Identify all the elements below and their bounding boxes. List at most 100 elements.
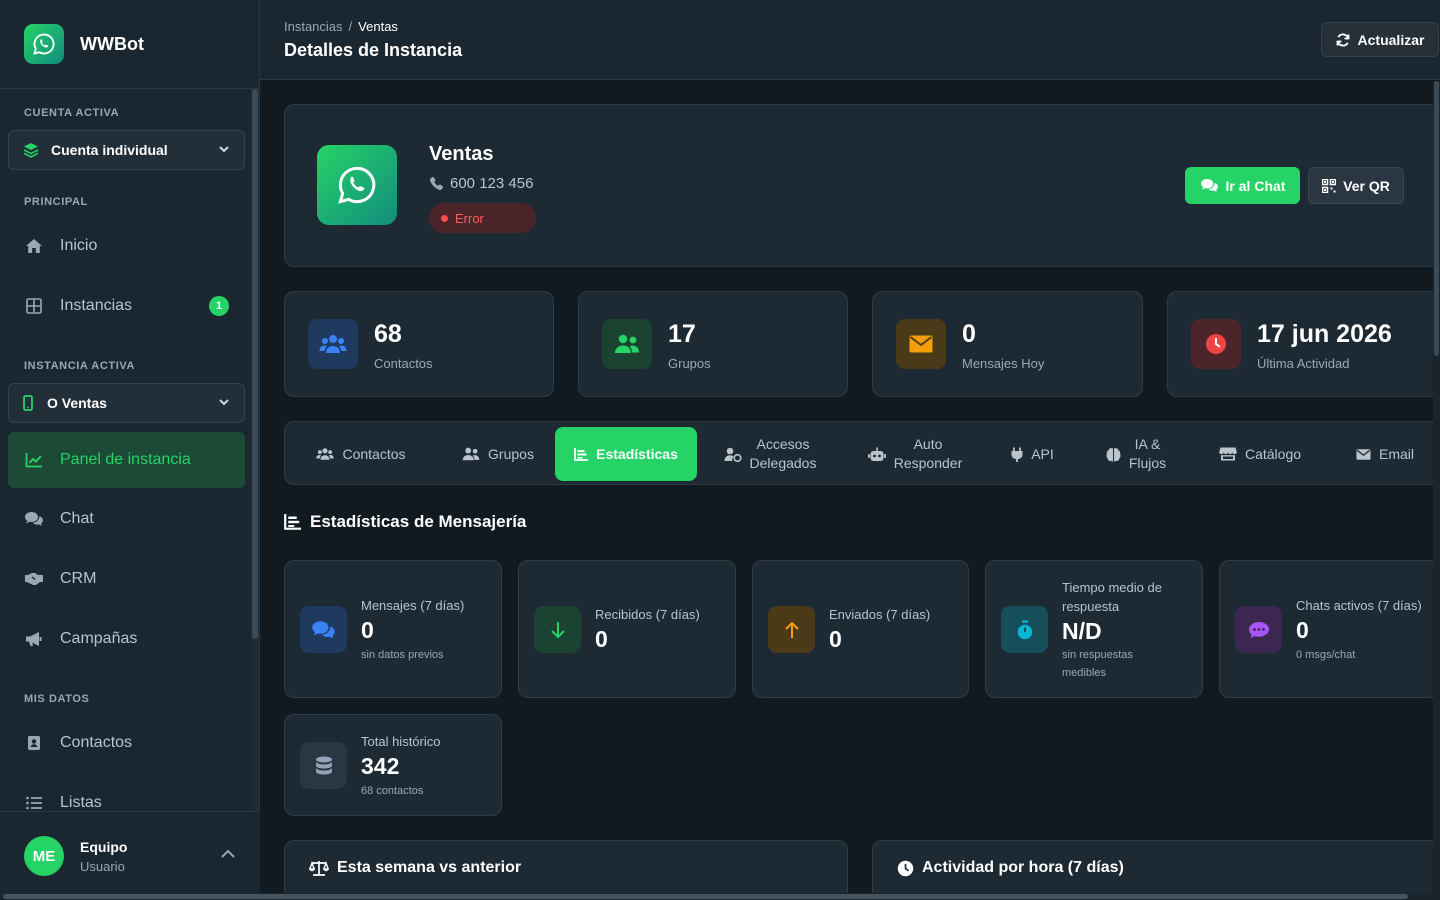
msg-card-value: N/D xyxy=(1062,618,1102,644)
status-badge: Error xyxy=(429,203,536,233)
chevron-up-icon[interactable] xyxy=(220,847,236,865)
sidebar-item-label: Campañas xyxy=(60,630,138,647)
tab-label-wrap: IA & Flujos xyxy=(1129,435,1166,473)
tab-label-line2: Flujos xyxy=(1128,455,1167,471)
instance-name: Ventas xyxy=(429,143,494,165)
stat-card-last-activity: 17 jun 2026 Última Actividad xyxy=(1167,291,1433,397)
tab-api[interactable]: API xyxy=(1000,427,1065,481)
my-data-label: MIS DATOS xyxy=(24,693,90,705)
instance-select[interactable]: O Ventas xyxy=(8,383,245,423)
hourly-activity-title: Actividad por hora (7 días) xyxy=(897,859,1124,877)
sidebar-item-chat[interactable]: Chat xyxy=(8,491,245,547)
sidebar-item-instancias[interactable]: Instancias 1 xyxy=(8,278,245,334)
page-title: Detalles de Instancia xyxy=(284,40,463,60)
home-icon xyxy=(24,236,44,256)
account-select[interactable]: Cuenta individual xyxy=(8,130,245,170)
main-scrollbar-thumb[interactable] xyxy=(1434,81,1439,356)
tab-email[interactable]: Email xyxy=(1340,427,1430,481)
msg-card-value: 0 xyxy=(595,626,608,652)
account-select-value: Cuenta individual xyxy=(51,142,168,158)
comments-icon xyxy=(1200,178,1218,192)
users-icon xyxy=(308,319,358,369)
horizontal-scrollbar-thumb[interactable] xyxy=(3,894,1408,899)
week-comparison-title: Esta semana vs anterior xyxy=(309,859,521,877)
stat-value: 0 xyxy=(962,320,976,348)
active-account-label: CUENTA ACTIVA xyxy=(24,107,120,119)
user-share-icon xyxy=(724,447,742,462)
stat-card-messages-today: 0 Mensajes Hoy xyxy=(872,291,1143,397)
msg-card-sub: 0 msgs/chat xyxy=(1296,649,1356,661)
qrcode-icon xyxy=(1322,178,1337,193)
refresh-button[interactable]: Actualizar xyxy=(1321,22,1439,57)
tab-label: Grupos xyxy=(488,445,534,462)
tab-accesos-delegados[interactable]: Accesos Delegados xyxy=(715,427,825,481)
msg-card-label: Total histórico xyxy=(361,734,441,749)
sidebar-scrollbar-thumb[interactable] xyxy=(252,89,258,639)
sidebar-item-label: Instancias xyxy=(60,297,133,314)
instance-phone: 600 123 456 xyxy=(429,175,533,192)
stat-label: Grupos xyxy=(668,356,711,371)
sidebar-item-campanas[interactable]: Campañas xyxy=(8,611,245,667)
sidebar-item-listas[interactable]: Listas xyxy=(8,775,245,811)
clock-icon xyxy=(897,860,914,876)
phone-icon xyxy=(429,176,444,191)
go-to-chat-button[interactable]: Ir al Chat xyxy=(1185,167,1300,204)
instances-count-badge: 1 xyxy=(209,296,229,316)
refresh-label: Actualizar xyxy=(1357,31,1425,48)
msg-card-active-chats: Chats activos (7 días) 0 0 msgs/chat xyxy=(1219,560,1433,698)
msg-card-sub: sin respuestas medibles xyxy=(1062,646,1133,682)
stat-label: Contactos xyxy=(374,356,433,371)
tab-label-line2: Responder xyxy=(893,455,963,471)
store-icon xyxy=(1219,447,1237,461)
tab-label: Email xyxy=(1378,445,1414,462)
tabs-bar: Contactos Grupos Estadísticas Accesos Del… xyxy=(284,421,1433,485)
sidebar-item-panel-instancia[interactable]: Panel de instancia xyxy=(8,432,245,488)
sidebar-item-contactos[interactable]: Contactos xyxy=(8,715,245,771)
breadcrumb-instancias[interactable]: Instancias xyxy=(284,19,343,34)
arrow-down-icon xyxy=(534,606,581,653)
sidebar-item-inicio[interactable]: Inicio xyxy=(8,218,245,274)
msg-card-sub-line2: medibles xyxy=(1062,667,1107,679)
tab-auto-responder[interactable]: Auto Responder xyxy=(860,427,970,481)
comments-icon xyxy=(24,509,44,529)
tab-grupos[interactable]: Grupos xyxy=(443,427,553,481)
tab-contactos[interactable]: Contactos xyxy=(302,427,420,481)
chevron-down-icon xyxy=(218,142,230,158)
go-to-chat-label: Ir al Chat xyxy=(1225,177,1286,194)
whatsapp-logo-icon xyxy=(24,24,64,64)
msg-card-label: Mensajes (7 días) xyxy=(361,598,465,613)
msg-card-label: Recibidos (7 días) xyxy=(595,607,700,622)
horizontal-scrollbar[interactable] xyxy=(3,893,1433,900)
sidebar-item-crm[interactable]: CRM xyxy=(8,551,245,607)
envelope-icon xyxy=(896,319,946,369)
user-info: Equipo Usuario xyxy=(80,839,127,874)
msg-card-sub: sin datos previos xyxy=(361,649,444,661)
tab-label-wrap: Accesos Delegados xyxy=(750,435,817,473)
messaging-stats-title: Estadísticas de Mensajería xyxy=(284,512,526,532)
user-name: Equipo xyxy=(80,838,128,855)
brand[interactable]: WWBot xyxy=(0,0,259,89)
stat-value: 17 xyxy=(668,320,696,348)
user-menu[interactable]: ME Equipo Usuario xyxy=(0,811,260,900)
msg-card-value: 0 xyxy=(1296,617,1309,643)
layers-icon xyxy=(23,142,39,158)
instance-card: Ventas 600 123 456 Error Ir al Chat Ver … xyxy=(284,104,1433,267)
section-title-text: Estadísticas de Mensajería xyxy=(310,512,527,531)
main-scrollbar[interactable] xyxy=(1433,81,1440,900)
tab-ia-flujos[interactable]: IA & Flujos xyxy=(1095,427,1177,481)
tab-estadisticas[interactable]: Estadísticas xyxy=(555,427,697,481)
msg-card-value: 342 xyxy=(361,753,400,779)
msg-card-label: Enviados (7 días) xyxy=(829,607,931,622)
view-qr-button[interactable]: Ver QR xyxy=(1308,167,1404,204)
sidebar-item-label: Panel de instancia xyxy=(60,451,191,468)
hourly-activity-title-text: Actividad por hora (7 días) xyxy=(922,859,1124,876)
sidebar-scrollbar[interactable] xyxy=(251,89,259,811)
main-content: Ventas 600 123 456 Error Ir al Chat Ver … xyxy=(260,81,1433,900)
sidebar-nav: CUENTA ACTIVA Cuenta individual PRINCIPA… xyxy=(0,89,252,811)
chart-bar-icon xyxy=(574,447,589,461)
megaphone-icon xyxy=(24,629,44,649)
tab-label: Contactos xyxy=(342,445,406,462)
status-dot-icon xyxy=(441,214,448,222)
tab-catalogo[interactable]: Catálogo xyxy=(1205,427,1315,481)
list-icon xyxy=(24,793,44,811)
